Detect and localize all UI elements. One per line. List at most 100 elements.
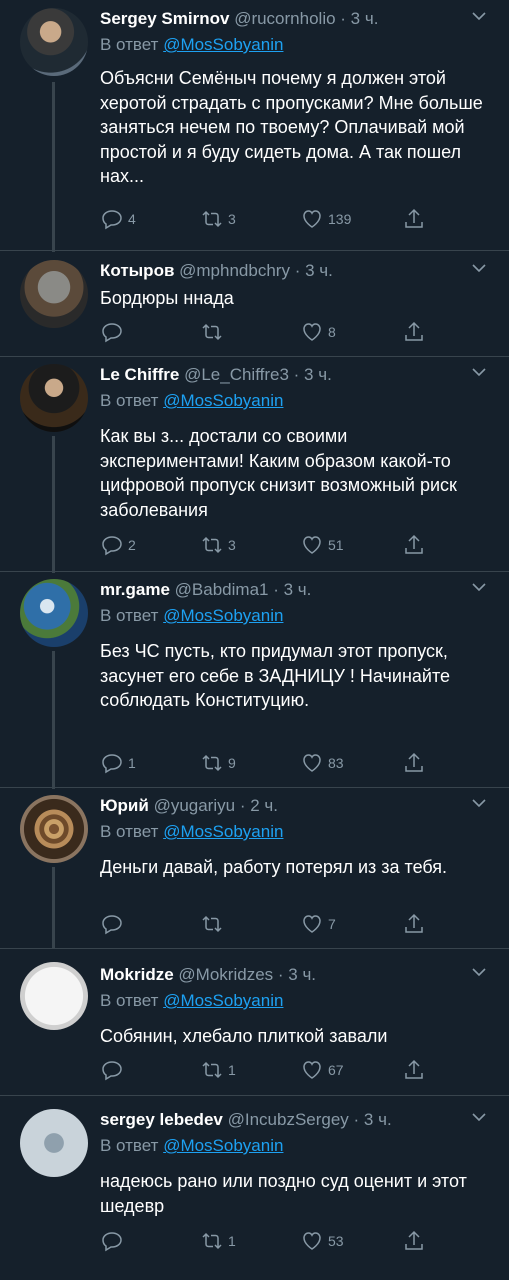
tweet-5[interactable]: Юрий @yugariyu · 2 ч. В ответ @MosSobyan… bbox=[0, 787, 509, 949]
reply-mention[interactable]: @MosSobyanin bbox=[163, 606, 283, 625]
author-handle[interactable]: @mphndbchry bbox=[179, 261, 290, 280]
heart-icon bbox=[303, 536, 321, 554]
retweet-count: 1 bbox=[228, 1233, 236, 1249]
avatar[interactable] bbox=[20, 364, 88, 432]
tweet-header: sergey lebedev @IncubzSergey · 3 ч. bbox=[100, 1109, 487, 1131]
chevron-down-icon[interactable] bbox=[471, 579, 487, 595]
avatar[interactable] bbox=[20, 8, 88, 76]
author-handle[interactable]: @Le_Chiffre3 bbox=[184, 365, 289, 384]
author-handle[interactable]: @Babdima1 bbox=[175, 580, 269, 599]
share-button[interactable] bbox=[402, 207, 426, 231]
author-name[interactable]: Mokridze bbox=[100, 965, 174, 984]
tweet-actions: 7 bbox=[100, 912, 430, 936]
retweet-button[interactable]: 1 bbox=[200, 1058, 236, 1082]
chevron-down-icon[interactable] bbox=[471, 364, 487, 380]
share-button[interactable] bbox=[402, 533, 426, 557]
tweet-7[interactable]: sergey lebedev @IncubzSergey · 3 ч. В от… bbox=[0, 1095, 509, 1280]
like-count: 7 bbox=[328, 916, 336, 932]
share-button[interactable] bbox=[402, 320, 426, 344]
like-button[interactable]: 51 bbox=[300, 533, 344, 557]
chevron-down-icon[interactable] bbox=[471, 1109, 487, 1125]
reply-button[interactable] bbox=[100, 320, 128, 344]
retweet-button[interactable] bbox=[200, 320, 228, 344]
author-name[interactable]: mr.game bbox=[100, 580, 170, 599]
heart-icon bbox=[303, 754, 321, 772]
avatar[interactable] bbox=[20, 260, 88, 328]
heart-icon bbox=[303, 1061, 321, 1079]
avatar[interactable] bbox=[20, 795, 88, 863]
like-button[interactable]: 83 bbox=[300, 751, 344, 775]
retweet-button[interactable]: 3 bbox=[200, 533, 236, 557]
share-button[interactable] bbox=[402, 1229, 426, 1253]
heart-icon bbox=[303, 1232, 321, 1250]
thread-line bbox=[52, 436, 55, 573]
share-button[interactable] bbox=[402, 1058, 426, 1082]
retweet-button[interactable]: 9 bbox=[200, 751, 236, 775]
reply-button[interactable]: 4 bbox=[100, 207, 136, 231]
author-name[interactable]: Юрий bbox=[100, 796, 149, 815]
share-icon bbox=[405, 534, 423, 554]
reply-count: 4 bbox=[128, 211, 136, 227]
author-handle[interactable]: @Mokridzes bbox=[178, 965, 273, 984]
tweet-actions: 1 67 bbox=[100, 1058, 430, 1082]
tweet-time: · 3 ч. bbox=[293, 365, 332, 384]
share-button[interactable] bbox=[402, 912, 426, 936]
tweet-header: Le Chiffre @Le_Chiffre3 · 3 ч. bbox=[100, 364, 487, 386]
reply-mention[interactable]: @MosSobyanin bbox=[163, 35, 283, 54]
reply-mention[interactable]: @MosSobyanin bbox=[163, 1136, 283, 1155]
retweet-icon bbox=[202, 536, 222, 554]
tweet-actions: 1 53 bbox=[100, 1229, 430, 1253]
chevron-down-icon[interactable] bbox=[471, 8, 487, 24]
reply-button[interactable] bbox=[100, 912, 128, 936]
chevron-down-icon[interactable] bbox=[471, 964, 487, 980]
retweet-button[interactable]: 3 bbox=[200, 207, 236, 231]
retweet-button[interactable] bbox=[200, 912, 228, 936]
tweet-actions: 4 3 139 bbox=[100, 207, 430, 231]
chevron-down-icon[interactable] bbox=[471, 260, 487, 276]
like-button[interactable]: 53 bbox=[300, 1229, 344, 1253]
author-name[interactable]: Le Chiffre bbox=[100, 365, 179, 384]
tweet-2[interactable]: Котыров @mphndbchry · 3 ч. Бордюры ннада… bbox=[0, 250, 509, 357]
reply-mention[interactable]: @MosSobyanin bbox=[163, 391, 283, 410]
reply-mention[interactable]: @MosSobyanin bbox=[163, 822, 283, 841]
retweet-button[interactable]: 1 bbox=[200, 1229, 236, 1253]
retweet-count: 3 bbox=[228, 211, 236, 227]
thread-line bbox=[52, 651, 55, 789]
avatar[interactable] bbox=[20, 962, 88, 1030]
share-icon bbox=[405, 1230, 423, 1250]
reply-button[interactable] bbox=[100, 1058, 128, 1082]
reply-button[interactable]: 1 bbox=[100, 751, 136, 775]
author-name[interactable]: Котыров bbox=[100, 261, 174, 280]
author-handle[interactable]: @IncubzSergey bbox=[228, 1110, 349, 1129]
tweet-1[interactable]: Sergey Smirnov @rucornholio · 3 ч. В отв… bbox=[0, 0, 509, 252]
tweet-header: Sergey Smirnov @rucornholio · 3 ч. bbox=[100, 8, 487, 30]
reply-icon bbox=[102, 1061, 122, 1081]
tweet-6[interactable]: Mokridze @Mokridzes · 3 ч. В ответ @MosS… bbox=[0, 948, 509, 1096]
chevron-down-icon[interactable] bbox=[471, 795, 487, 811]
tweet-text: Бордюры ннада bbox=[100, 288, 234, 308]
like-button[interactable]: 67 bbox=[300, 1058, 344, 1082]
reply-prefix: В ответ bbox=[100, 991, 159, 1010]
tweet-4[interactable]: mr.game @Babdima1 · 3 ч. В ответ @MosSob… bbox=[0, 571, 509, 789]
author-name[interactable]: sergey lebedev bbox=[100, 1110, 223, 1129]
author-handle[interactable]: @rucornholio bbox=[234, 9, 335, 28]
reply-context: В ответ @MosSobyanin bbox=[100, 990, 487, 1012]
reply-button[interactable]: 2 bbox=[100, 533, 136, 557]
share-icon bbox=[405, 1059, 423, 1079]
like-button[interactable]: 139 bbox=[300, 207, 351, 231]
like-count: 67 bbox=[328, 1062, 344, 1078]
author-name[interactable]: Sergey Smirnov bbox=[100, 9, 229, 28]
tweet-header: Юрий @yugariyu · 2 ч. bbox=[100, 795, 487, 817]
share-button[interactable] bbox=[402, 751, 426, 775]
reply-button[interactable] bbox=[100, 1229, 128, 1253]
like-count: 51 bbox=[328, 537, 344, 553]
retweet-icon bbox=[202, 754, 222, 772]
avatar[interactable] bbox=[20, 1109, 88, 1177]
like-button[interactable]: 7 bbox=[300, 912, 336, 936]
reply-mention[interactable]: @MosSobyanin bbox=[163, 991, 283, 1010]
like-count: 53 bbox=[328, 1233, 344, 1249]
author-handle[interactable]: @yugariyu bbox=[154, 796, 236, 815]
tweet-3[interactable]: Le Chiffre @Le_Chiffre3 · 3 ч. В ответ @… bbox=[0, 356, 509, 573]
like-button[interactable]: 8 bbox=[300, 320, 336, 344]
avatar[interactable] bbox=[20, 579, 88, 647]
